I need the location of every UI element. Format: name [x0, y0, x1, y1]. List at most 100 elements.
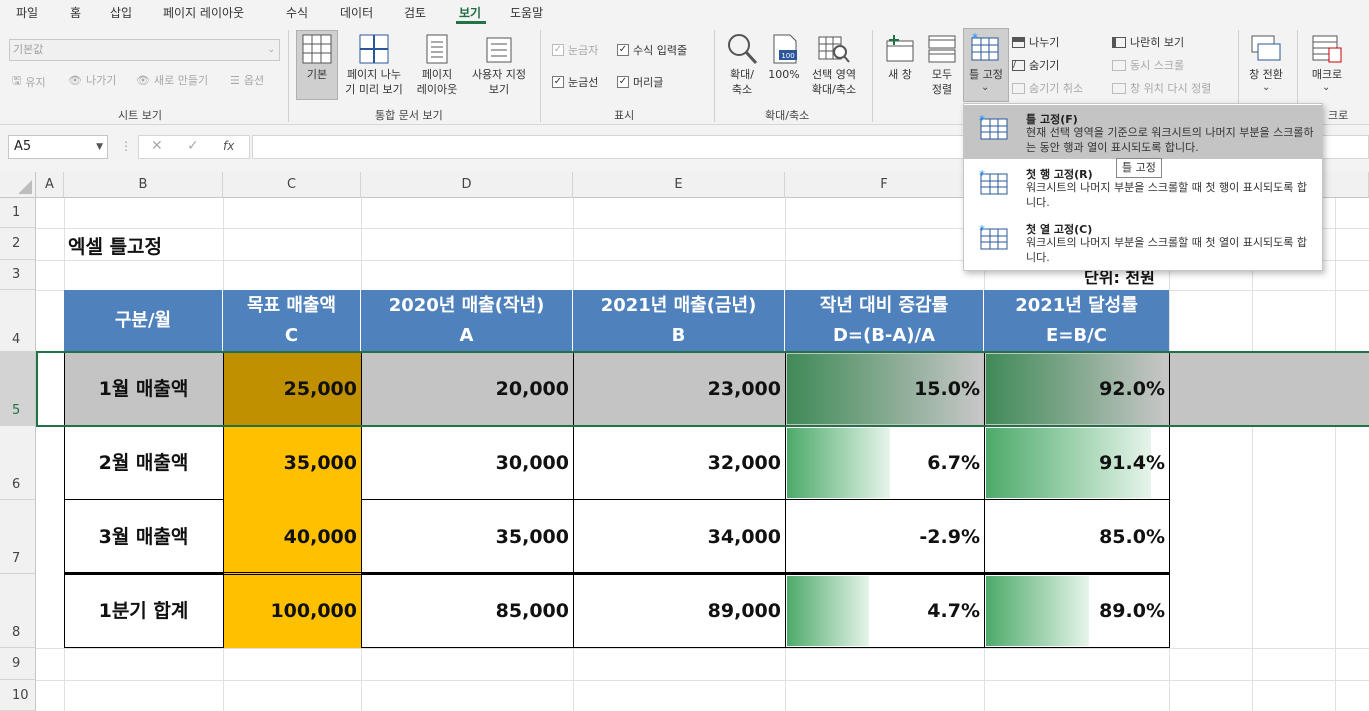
prev-year-cell[interactable]: 35,000 [361, 500, 573, 574]
zoom-label-2: 축소 [731, 83, 753, 96]
page-break-label-2: 기 미리 보기 [345, 83, 403, 96]
growth-rate-cell[interactable]: 15.0% [785, 352, 984, 426]
row-header-4[interactable]: 4 [0, 290, 36, 352]
page-break-preview-icon [359, 34, 389, 64]
insert-function-icon[interactable]: fx [223, 139, 234, 153]
ruler-label: 눈금자 [568, 44, 599, 57]
achievement-rate-cell[interactable]: 89.0% [984, 574, 1169, 648]
page-break-preview-button[interactable]: 페이지 나누 기 미리 보기 [340, 67, 408, 97]
macro-icon [1312, 35, 1342, 63]
sheet-view-new-button[interactable]: 👁 새로 만들기 [136, 72, 208, 88]
row-header-7[interactable]: 7 [0, 500, 36, 574]
enter-check-icon[interactable]: ✓ [187, 138, 199, 154]
cell-border [1169, 426, 1170, 500]
switch-windows-button[interactable]: 창 전환 [1244, 67, 1288, 82]
row-header-10[interactable]: 10 [0, 680, 36, 711]
arrange-all-button[interactable]: 모두 정렬 [922, 67, 962, 97]
cancel-icon[interactable]: ✕ [151, 138, 163, 154]
total-row-double-border [64, 572, 1169, 575]
zoom-button[interactable]: 확대/축소 [722, 67, 762, 97]
exit-label: 나가기 [85, 74, 117, 87]
menu-page-layout[interactable]: 페이지 레이아웃 [163, 4, 244, 21]
sync-scroll-button[interactable]: 동시 스크롤 [1112, 57, 1184, 73]
zoom-selection-button[interactable]: 선택 영역 확대/축소 [806, 67, 862, 97]
row-label-cell[interactable]: 1월 매출액 [64, 352, 223, 426]
row-header-2[interactable]: 2 [0, 228, 36, 260]
achievement-rate-cell[interactable]: 85.0% [984, 500, 1169, 574]
curr-year-cell[interactable]: 32,000 [573, 426, 785, 500]
target-cell[interactable]: 25,000 [223, 352, 361, 426]
sheet-view-keep-button[interactable]: 🖫 유지 [12, 72, 46, 91]
menu-insert[interactable]: 삽입 [110, 4, 132, 21]
split-button[interactable]: 나누기 [1012, 34, 1059, 50]
prev-year-cell[interactable]: 20,000 [361, 352, 573, 426]
row-header-6[interactable]: 6 [0, 426, 36, 500]
zoom-100-button[interactable]: 100% [766, 67, 802, 82]
new-window-button[interactable]: 새 창 [880, 67, 920, 82]
menu-file[interactable]: 파일 [16, 4, 38, 21]
checkbox-checked-icon: ✓ [552, 44, 564, 56]
achievement-rate-cell[interactable]: 91.4% [984, 426, 1169, 500]
arrange-label-1: 모두 [931, 68, 953, 81]
growth-rate-cell[interactable]: 4.7% [785, 574, 984, 648]
custom-views-button[interactable]: 사용자 지정 보기 [464, 67, 534, 97]
achievement-rate-cell[interactable]: 92.0% [984, 352, 1169, 426]
column-header-c[interactable]: C [223, 172, 361, 198]
row-label-cell[interactable]: 3월 매출액 [64, 500, 223, 574]
sheet-view-dropdown[interactable]: 기본값 ⌄ [9, 39, 280, 61]
select-all-corner[interactable] [0, 172, 36, 198]
zoom-label-1: 확대/ [730, 68, 754, 81]
freeze-panes-icon: * [971, 32, 999, 61]
header-target-line2: C [284, 325, 299, 346]
column-header-a[interactable]: A [36, 172, 64, 198]
page-layout-button[interactable]: 페이지 레이아웃 [414, 67, 460, 97]
reset-window-position-button[interactable]: 창 위치 다시 정렬 [1112, 80, 1211, 96]
menu-view[interactable]: 보기 [459, 4, 481, 21]
row-header-9[interactable]: 9 [0, 648, 36, 680]
headings-checkbox[interactable]: ✓ 머리글 [617, 74, 663, 90]
curr-year-cell[interactable]: 23,000 [573, 352, 785, 426]
target-cell[interactable]: 35,000 [223, 426, 361, 500]
macros-button[interactable]: 매크로 [1304, 67, 1350, 82]
sheet-view-exit-button[interactable]: 👁 나가기 [68, 72, 116, 88]
gridlines-checkbox[interactable]: ✓ 눈금선 [552, 74, 598, 90]
curr-year-cell[interactable]: 89,000 [573, 574, 785, 648]
row-header-1[interactable]: 1 [0, 198, 36, 228]
target-cell[interactable]: 100,000 [223, 574, 361, 648]
ruler-checkbox[interactable]: ✓ 눈금자 [552, 42, 598, 58]
column-header-b[interactable]: B [64, 172, 223, 198]
menu-home[interactable]: 홈 [70, 4, 81, 21]
column-header-e[interactable]: E [573, 172, 785, 198]
row-header-5[interactable]: 5 [0, 352, 36, 426]
target-cell[interactable]: 40,000 [223, 500, 361, 574]
hide-button[interactable]: ∕ 숨기기 [1012, 57, 1059, 73]
normal-view-label: 기본 [306, 68, 328, 81]
prev-year-cell[interactable]: 85,000 [361, 574, 573, 648]
menu-data[interactable]: 데이터 [340, 4, 373, 21]
freeze-panes-option[interactable]: * 틀 고정(F) 현재 선택 영역을 기준으로 워크시트의 나머지 부분을 스… [964, 105, 1322, 159]
row-header-8[interactable]: 8 [0, 574, 36, 648]
growth-rate-cell[interactable]: 6.7% [785, 426, 984, 500]
group-separator [540, 30, 541, 122]
view-side-by-side-button[interactable]: 나란히 보기 [1112, 34, 1184, 50]
row-label-cell[interactable]: 1분기 합계 [64, 574, 223, 648]
curr-year-cell[interactable]: 34,000 [573, 500, 785, 574]
column-header-f[interactable]: F [785, 172, 984, 198]
column-header-d[interactable]: D [361, 172, 573, 198]
zoom-100-icon: 100 [773, 34, 797, 64]
growth-rate-cell[interactable]: -2.9% [785, 500, 984, 574]
row-header-3[interactable]: 3 [0, 260, 36, 290]
row-label-cell[interactable]: 2월 매출액 [64, 426, 223, 500]
header-curr-line1: 2021년 매출(금년) [600, 295, 757, 316]
menu-help[interactable]: 도움말 [510, 4, 543, 21]
checkbox-checked-icon: ✓ [617, 76, 629, 88]
menu-review[interactable]: 검토 [404, 4, 426, 21]
menu-formulas[interactable]: 수식 [286, 4, 308, 21]
freeze-first-column-option[interactable]: * 첫 열 고정(C) 워크시트의 나머지 부분을 스크롤할 때 첫 열이 표시… [964, 215, 1322, 269]
formula-bar-checkbox[interactable]: ✓ 수식 입력줄 [617, 42, 687, 58]
prev-year-cell[interactable]: 30,000 [361, 426, 573, 500]
unhide-button[interactable]: 숨기기 취소 [1012, 80, 1083, 96]
chevron-down-icon: ⌄ [1262, 82, 1271, 93]
name-box[interactable]: A5 ▼ [8, 135, 108, 159]
sheet-view-options-button[interactable]: ☰ 옵션 [230, 72, 264, 88]
